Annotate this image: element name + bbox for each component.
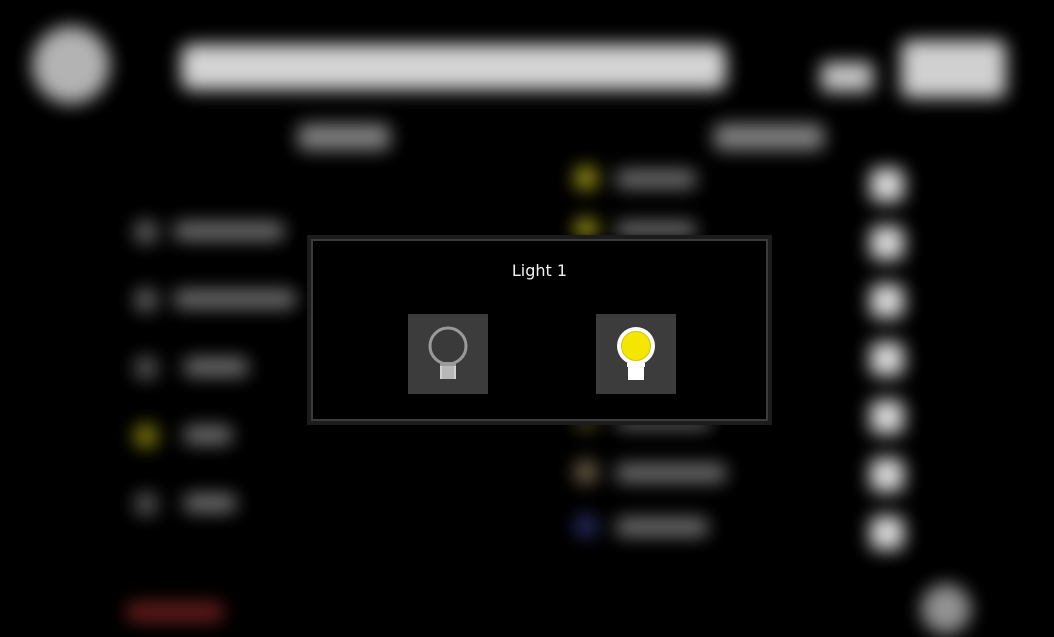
blurred-fab	[921, 584, 971, 634]
light-on-button[interactable]	[596, 314, 676, 394]
blurred-toggle	[870, 226, 904, 260]
blurred-light-icon	[574, 460, 598, 484]
blurred-list-icon	[134, 492, 158, 516]
blurred-light-label	[616, 222, 696, 240]
screen-frame: Light 1	[6, 6, 1048, 634]
blurred-avatar	[32, 26, 110, 104]
blurred-right-column-heading	[714, 124, 824, 150]
blurred-toggle	[870, 400, 904, 434]
blurred-toggle	[870, 516, 904, 550]
blurred-list-label	[184, 494, 236, 512]
blurred-clock	[901, 40, 1006, 98]
bulb-on-icon	[617, 327, 655, 380]
blurred-light-icon	[574, 514, 598, 538]
dialog-title: Light 1	[511, 261, 568, 280]
blurred-list-icon	[134, 288, 158, 312]
bulb-off-icon	[428, 326, 468, 379]
blurred-light-label	[616, 170, 696, 188]
blurred-list-label	[174, 222, 284, 240]
blurred-list-icon	[134, 220, 158, 244]
blurred-list-icon	[134, 424, 158, 448]
blurred-list-label	[184, 426, 232, 444]
light-dialog: Light 1	[311, 239, 768, 421]
blurred-list-icon	[134, 356, 158, 380]
app-screen: Light 1	[0, 0, 1054, 637]
blurred-bottom-label	[126, 602, 224, 622]
blurred-toggle	[870, 168, 904, 202]
blurred-light-icon	[574, 166, 598, 190]
blurred-list-label	[174, 290, 296, 308]
blurred-light-label	[616, 464, 726, 482]
blurred-list-label	[184, 358, 248, 376]
blurred-toggle	[870, 342, 904, 376]
light-off-button[interactable]	[408, 314, 488, 394]
blurred-toggle	[870, 284, 904, 318]
blurred-header-title	[181, 44, 726, 90]
blurred-light-label	[616, 518, 708, 536]
blurred-toggle	[870, 458, 904, 492]
blurred-signal-icon	[821, 62, 873, 92]
blurred-left-column-heading	[298, 124, 390, 150]
